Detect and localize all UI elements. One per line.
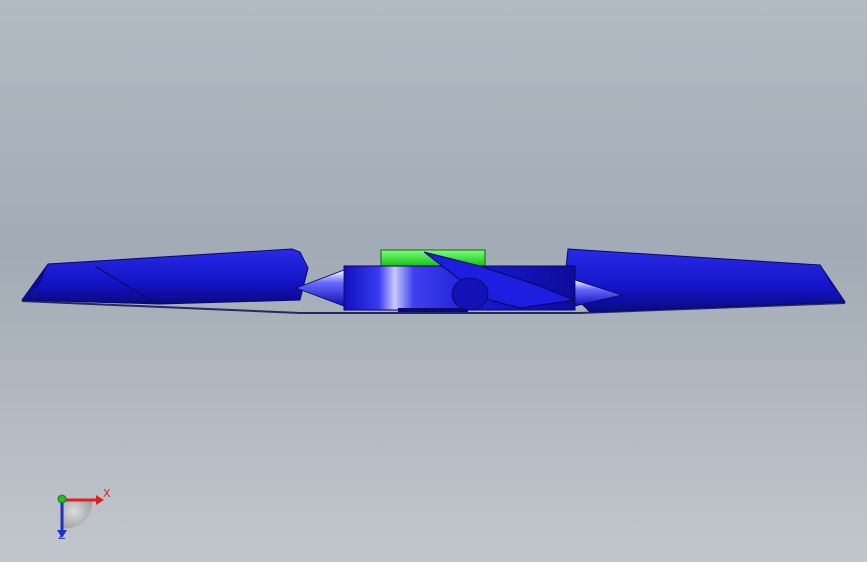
triad-z-label: Z	[58, 529, 66, 542]
propeller-model[interactable]	[0, 0, 867, 562]
hub-bottom-strip	[398, 308, 468, 312]
right-blade	[565, 248, 846, 313]
hub-boss	[451, 277, 489, 311]
reference-triad	[57, 494, 104, 538]
graphics-viewport[interactable]: X Z	[0, 0, 867, 562]
left-blade	[21, 248, 309, 305]
triad-shade	[62, 500, 93, 529]
triad-y-axis	[57, 494, 67, 504]
triad-x-label: X	[103, 487, 111, 500]
